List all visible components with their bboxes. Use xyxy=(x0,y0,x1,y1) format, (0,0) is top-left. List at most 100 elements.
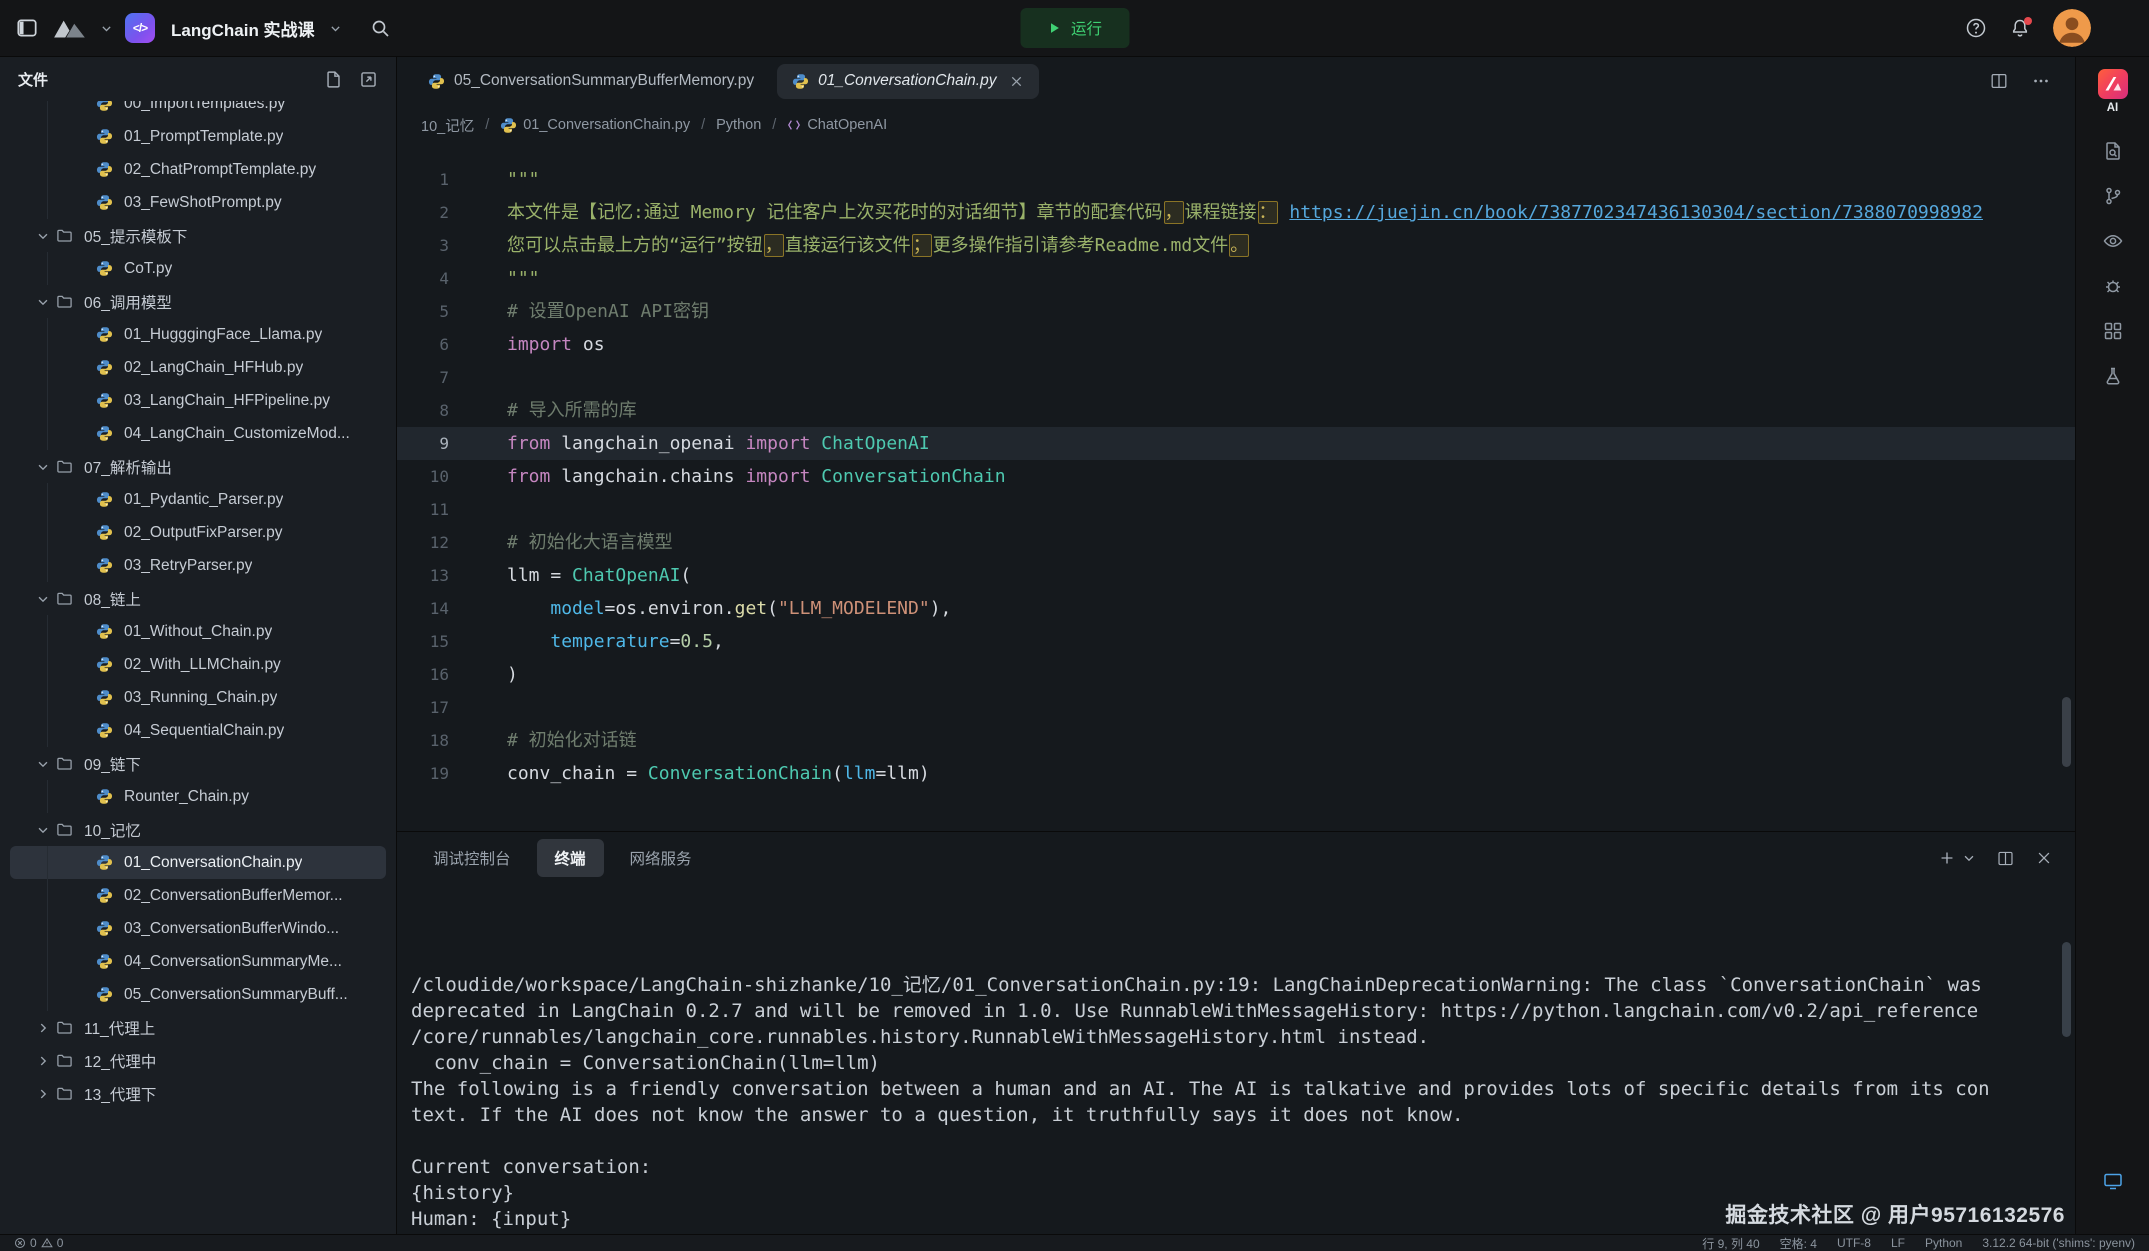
line-number: 4 xyxy=(397,262,449,295)
file-tree-item[interactable]: Rounter_Chain.py xyxy=(10,780,386,813)
preview-icon[interactable] xyxy=(2102,230,2124,252)
file-tree-item[interactable]: 01_HugggingFace_Llama.py xyxy=(10,318,386,351)
new-terminal-icon[interactable] xyxy=(1937,848,1957,868)
python-file-icon xyxy=(96,788,116,805)
file-tree-item[interactable]: 03_FewShotPrompt.py xyxy=(10,186,386,219)
close-tab-icon[interactable] xyxy=(1009,74,1024,89)
remote-window-icon[interactable] xyxy=(2102,1170,2124,1192)
file-tree-item[interactable]: 04_LangChain_CustomizeMod... xyxy=(10,417,386,450)
open-in-editor-icon[interactable] xyxy=(359,70,378,89)
file-tree-item[interactable]: 05_ConversationSummaryBuff... xyxy=(10,978,386,1011)
python-icon xyxy=(500,117,517,134)
breadcrumb-item[interactable]: ChatOpenAI xyxy=(787,117,887,133)
panel-tab[interactable]: 调试控制台 xyxy=(415,839,529,877)
file-tree-item[interactable]: 02_ChatPromptTemplate.py xyxy=(10,153,386,186)
breadcrumb-item[interactable]: Python xyxy=(716,117,761,133)
play-icon xyxy=(1047,21,1061,35)
status-item[interactable]: UTF-8 xyxy=(1837,1236,1871,1250)
avatar[interactable] xyxy=(2053,9,2091,47)
status-item[interactable]: 3.12.2 64-bit ('shims': pyenv) xyxy=(1982,1236,2135,1250)
marscode-logo[interactable] xyxy=(52,16,88,40)
folder-item[interactable]: 08_链上 xyxy=(10,582,386,615)
panel-tab[interactable]: 网络服务 xyxy=(612,839,710,877)
folder-item[interactable]: 07_解析输出 xyxy=(10,450,386,483)
terminal-scrollbar[interactable] xyxy=(2062,942,2071,1037)
python-file-icon xyxy=(96,260,116,277)
breadcrumb-item[interactable]: 10_记忆 xyxy=(421,115,474,136)
tests-icon[interactable] xyxy=(2102,365,2124,387)
file-tree-item[interactable]: CoT.py xyxy=(10,252,386,285)
ai-assistant-icon[interactable]: AI xyxy=(2098,69,2128,114)
help-icon[interactable] xyxy=(1965,17,1987,39)
code-line: 17 xyxy=(397,691,2075,724)
folder-item[interactable]: 13_代理下 xyxy=(10,1077,386,1110)
split-terminal-icon[interactable] xyxy=(1996,849,2015,868)
file-tree-item[interactable]: 04_SequentialChain.py xyxy=(10,714,386,747)
file-name: 08_链上 xyxy=(84,588,141,610)
folder-item[interactable]: 10_记忆 xyxy=(10,813,386,846)
folder-item[interactable]: 11_代理上 xyxy=(10,1011,386,1044)
folder-icon xyxy=(56,1019,76,1036)
folder-item[interactable]: 09_链下 xyxy=(10,747,386,780)
panel-tab[interactable]: 终端 xyxy=(537,839,604,877)
breadcrumb-item[interactable]: 01_ConversationChain.py xyxy=(500,117,690,134)
split-editor-icon[interactable] xyxy=(1989,71,2009,91)
project-title[interactable]: LangChain 实战课 xyxy=(171,16,315,41)
close-panel-icon[interactable] xyxy=(2035,849,2053,867)
editor-scrollbar[interactable] xyxy=(2062,697,2071,767)
file-tree-item[interactable]: 02_OutputFixParser.py xyxy=(10,516,386,549)
status-item[interactable]: Python xyxy=(1925,1236,1962,1250)
code-editor[interactable]: 1"""2本文件是【记忆:通过 Memory 记住客户上次买花时的对话细节】章节… xyxy=(397,145,2075,831)
problems-indicator[interactable]: 0 0 xyxy=(14,1236,63,1250)
source-control-icon[interactable] xyxy=(2102,185,2124,207)
file-tree-item[interactable]: 03_Running_Chain.py xyxy=(10,681,386,714)
chevron-down-icon[interactable] xyxy=(1962,851,1976,865)
new-file-icon[interactable] xyxy=(324,70,343,89)
file-search-icon[interactable] xyxy=(2102,140,2124,162)
run-button[interactable]: 运行 xyxy=(1020,8,1129,48)
chevron-down-icon[interactable] xyxy=(100,22,113,35)
file-name: 03_RetryParser.py xyxy=(124,557,252,575)
notifications-icon[interactable] xyxy=(2009,17,2031,39)
more-actions-icon[interactable] xyxy=(2031,71,2051,91)
window-layout-icon[interactable] xyxy=(14,15,40,41)
python-file-icon xyxy=(96,524,116,541)
folder-icon xyxy=(56,821,76,838)
chevron-down-icon[interactable] xyxy=(329,22,342,35)
status-item[interactable]: 空格: 4 xyxy=(1780,1235,1817,1251)
extensions-icon[interactable] xyxy=(2102,320,2124,342)
file-name: 07_解析输出 xyxy=(84,456,172,478)
file-name: 11_代理上 xyxy=(84,1017,155,1039)
folder-item[interactable]: 06_调用模型 xyxy=(10,285,386,318)
file-tree-item[interactable]: 02_LangChain_HFHub.py xyxy=(10,351,386,384)
file-tree-item[interactable]: 01_Without_Chain.py xyxy=(10,615,386,648)
breadcrumb-separator: / xyxy=(772,117,776,133)
file-tree-item[interactable]: 01_Pydantic_Parser.py xyxy=(10,483,386,516)
file-tree-item[interactable]: 02_ConversationBufferMemor... xyxy=(10,879,386,912)
folder-item[interactable]: 05_提示模板下 xyxy=(10,219,386,252)
file-tree-item[interactable]: 04_ConversationSummaryMe... xyxy=(10,945,386,978)
file-tree-item[interactable]: 01_PromptTemplate.py xyxy=(10,120,386,153)
status-item[interactable]: LF xyxy=(1891,1236,1905,1250)
terminal[interactable]: /cloudide/workspace/LangChain-shizhanke/… xyxy=(397,884,2075,1234)
python-file-icon xyxy=(96,392,116,409)
line-number: 8 xyxy=(397,394,449,427)
file-tree-item[interactable]: 03_LangChain_HFPipeline.py xyxy=(10,384,386,417)
editor-tab[interactable]: 01_ConversationChain.py xyxy=(777,64,1039,99)
code-line: 18# 初始化对话链 xyxy=(397,724,2075,757)
terminal-line xyxy=(411,1128,2075,1154)
editor-tab[interactable]: 05_ConversationSummaryBufferMemory.py xyxy=(413,64,769,99)
file-tree-item[interactable]: 01_ConversationChain.py xyxy=(10,846,386,879)
file-tree-item[interactable]: 03_RetryParser.py xyxy=(10,549,386,582)
panel-header: 调试控制台终端网络服务 xyxy=(397,832,2075,884)
file-tree-item[interactable]: 03_ConversationBufferWindo... xyxy=(10,912,386,945)
line-number: 9 xyxy=(397,427,449,460)
file-tree-item[interactable]: 02_With_LLMChain.py xyxy=(10,648,386,681)
folder-item[interactable]: 12_代理中 xyxy=(10,1044,386,1077)
file-tree-item[interactable]: 00_ImportTemplates.py xyxy=(10,101,386,120)
search-icon[interactable] xyxy=(370,18,390,38)
debug-icon[interactable] xyxy=(2102,275,2124,297)
status-item[interactable]: 行 9, 列 40 xyxy=(1702,1235,1759,1251)
breadcrumb-separator: / xyxy=(701,117,705,133)
code-line: 9from langchain_openai import ChatOpenAI xyxy=(397,427,2075,460)
